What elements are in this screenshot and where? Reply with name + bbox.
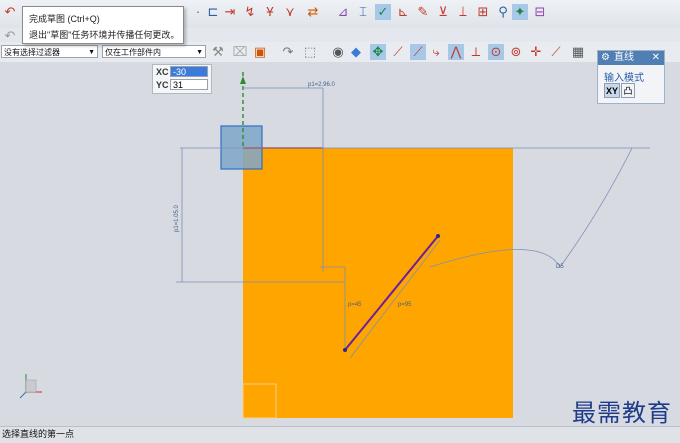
mirror-icon[interactable]: Ұ	[262, 4, 278, 20]
shade-icon[interactable]: ◉	[330, 44, 346, 60]
point-on-curve-icon[interactable]: ⊚	[508, 44, 524, 60]
arc-center-icon[interactable]: ⋀	[448, 44, 464, 60]
select-all-icon[interactable]: ⚒	[210, 44, 226, 60]
line-dialog-header: ⚙ 直线 ✕	[598, 51, 664, 65]
alternate-icon[interactable]: ⊞	[475, 4, 491, 20]
angle-label: p=45	[348, 302, 362, 308]
tangent-icon[interactable]: ⟂	[468, 44, 484, 60]
control-point-icon[interactable]: ⟋	[410, 44, 426, 60]
param-mode-button[interactable]: 凸	[621, 83, 635, 98]
input-mode-label: 输入模式	[604, 73, 644, 84]
top-dimension-label: p1=2.96.0	[308, 82, 336, 88]
display-icon[interactable]: ⊟	[532, 4, 548, 20]
finish-sketch-tooltip: 完成草图 (Ctrl+Q) 退出"草图"任务环境并传播任何更改。	[22, 6, 184, 44]
line-dialog: ⚙ 直线 ✕ 输入模式 XY 凸	[597, 50, 665, 104]
dimension-icon[interactable]: ⌶	[355, 4, 371, 20]
grid-icon[interactable]: ▦	[570, 44, 586, 60]
midpoint-icon[interactable]: ⟋	[390, 44, 406, 60]
sketch-canvas: p1=2.96.0 p1=1.05.0 p=45 p=95 D5	[19, 72, 650, 419]
yc-input[interactable]: 31	[170, 79, 208, 90]
curve-icon[interactable]: ↯	[242, 4, 258, 20]
reference-icon[interactable]: ⟘	[455, 4, 471, 20]
deselect-icon[interactable]: ⌧	[232, 44, 248, 60]
close-icon[interactable]: ✕	[652, 51, 660, 65]
scope-dropdown[interactable]: 仅在工作部件内 ▼	[102, 45, 206, 58]
intersection-icon[interactable]: ⤷	[428, 44, 444, 60]
scope-value: 仅在工作部件内	[105, 48, 161, 57]
tooltip-title: 完成草图 (Ctrl+Q)	[29, 14, 100, 24]
relation-icon[interactable]: ⊾	[395, 4, 411, 20]
watermark: 最需教育	[572, 399, 672, 427]
box-select-icon[interactable]: ⬚	[302, 44, 318, 60]
y-axis-arrow-icon	[240, 76, 246, 84]
selection-filter-dropdown[interactable]: 没有选择过滤器 ▼	[1, 45, 98, 58]
endpoint-icon[interactable]: ✥	[370, 44, 386, 60]
constraint-icon[interactable]: ⊿	[335, 4, 351, 20]
undo-icon[interactable]: ↶	[2, 4, 18, 20]
xc-label: XC	[156, 67, 169, 77]
chevron-down-icon: ▼	[88, 49, 95, 56]
extend-icon[interactable]: ⇥	[222, 4, 238, 20]
line-snap-icon[interactable]: ⟋	[548, 44, 564, 60]
graphics-window[interactable]: p1=2.96.0 p1=1.05.0 p=45 p=95 D5 XC -30 …	[0, 50, 680, 426]
status-bar: 选择直线的第一点	[0, 426, 680, 443]
status-prompt: 选择直线的第一点	[2, 429, 75, 439]
sketch-rectangle	[243, 148, 513, 418]
yc-label: YC	[156, 80, 169, 90]
triad-box	[25, 379, 37, 393]
left-dimension-label: p1=1.05.0	[174, 204, 180, 232]
snap-icon[interactable]: ·	[190, 4, 206, 20]
animate-icon[interactable]: ⚲	[495, 4, 511, 20]
continuous-icon[interactable]: ✦	[512, 4, 528, 20]
triad-z-icon	[19, 391, 27, 399]
line-dialog-title: 直线	[614, 52, 634, 63]
offset-icon[interactable]: ⋎	[282, 4, 298, 20]
coordinate-input: XC -30 YC 31	[152, 64, 212, 94]
filter-icon[interactable]: ▣	[252, 44, 268, 60]
pattern-icon[interactable]: ⇄	[305, 4, 321, 20]
line-end-point[interactable]	[436, 234, 440, 238]
line-start-point[interactable]	[343, 348, 347, 352]
snap-point-icon[interactable]: ↷	[280, 44, 296, 60]
convert-icon[interactable]: ⊻	[435, 4, 451, 20]
chevron-down-icon: ▼	[196, 49, 203, 56]
selection-filter-value: 没有选择过滤器	[4, 48, 60, 57]
fix-icon[interactable]: ✎	[415, 4, 431, 20]
existing-point-icon[interactable]: ✛	[528, 44, 544, 60]
xy-mode-button[interactable]: XY	[604, 83, 620, 98]
view-icon[interactable]: ◆	[348, 44, 364, 60]
auto-constraint-icon[interactable]: ✓	[375, 4, 391, 20]
gear-icon[interactable]: ⚙	[601, 51, 610, 65]
length-label: p=95	[398, 302, 412, 308]
arc-label: D5	[556, 264, 564, 270]
trim-icon[interactable]: ⊏	[205, 4, 221, 20]
tooltip-description: 退出"草图"任务环境并传播任何更改。	[29, 30, 180, 40]
quadrant-icon[interactable]: ⊙	[488, 44, 504, 60]
xc-input[interactable]: -30	[170, 66, 208, 77]
